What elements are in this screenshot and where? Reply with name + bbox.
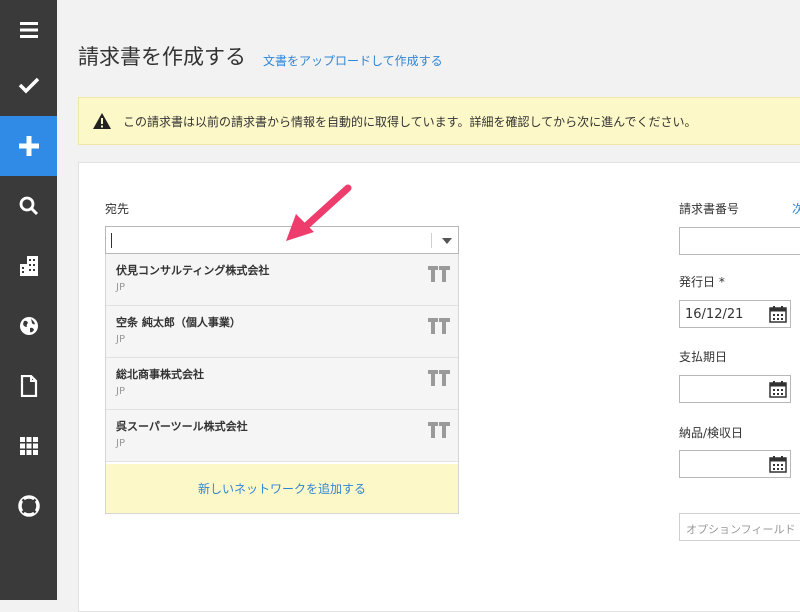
issue-date-field[interactable]: 16/12/21 [679, 300, 791, 328]
option-country: JP [116, 386, 125, 397]
tradeshift-logo-icon [428, 422, 450, 438]
option-country: JP [116, 282, 125, 293]
option-name: 空条 純太郎（個人事業） [116, 316, 241, 329]
option-name: 総北商事株式会社 [116, 368, 204, 381]
recipient-dropdown: 伏見コンサルティング株式会社 JP 空条 純太郎（個人事業） JP 総北商事株式… [105, 254, 459, 514]
globe-icon [19, 317, 38, 335]
page-title: 請求書を作成する [78, 45, 246, 69]
tradeshift-logo-icon [428, 370, 450, 386]
buildings-icon [19, 256, 38, 276]
dropdown-option[interactable]: 空条 純太郎（個人事業） JP [106, 306, 458, 358]
notice-banner: この請求書は以前の請求書から情報を自動的に取得しています。詳細を確認してから次に… [78, 97, 800, 145]
checkmark-icon [18, 77, 39, 94]
option-name: 伏見コンサルティング株式会社 [116, 264, 270, 277]
due-date-label: 支払期日 [679, 350, 728, 364]
dropdown-option[interactable]: 呉スーパーツール株式会社 JP [106, 410, 458, 462]
invoice-number-field[interactable] [679, 227, 800, 255]
option-country: JP [116, 334, 125, 345]
calendar-icon[interactable] [769, 381, 787, 398]
due-date-field[interactable] [679, 375, 791, 403]
sidebar [0, 0, 57, 600]
to-input[interactable] [105, 226, 459, 254]
sidebar-item-documents[interactable] [0, 356, 57, 416]
input-separator [431, 233, 432, 248]
sidebar-item-apps[interactable] [0, 416, 57, 476]
menu-icon [19, 22, 38, 38]
lifebuoy-icon [17, 495, 40, 517]
grid-icon [19, 437, 38, 455]
add-network-button[interactable]: 新しいネットワークを追加する [106, 464, 458, 513]
optional-field-input[interactable]: オプションフィールド [679, 513, 800, 541]
next-number-link[interactable]: 次 [792, 200, 800, 217]
option-country: JP [116, 438, 125, 449]
warning-icon [93, 113, 111, 129]
upload-document-link[interactable]: 文書をアップロードして作成する [263, 52, 443, 69]
calendar-icon[interactable] [769, 306, 787, 323]
delivery-date-label: 納品/検収日 [679, 426, 744, 440]
tradeshift-logo-icon [428, 318, 450, 334]
calendar-icon[interactable] [769, 456, 787, 473]
plus-icon [18, 136, 39, 156]
issue-date-label: 発行日 * [679, 275, 725, 289]
sidebar-item-tasks[interactable] [0, 55, 57, 115]
text-caret [111, 233, 112, 248]
dropdown-option[interactable]: 伏見コンサルティング株式会社 JP [106, 254, 458, 306]
chevron-down-icon[interactable] [442, 238, 452, 244]
search-icon [19, 196, 38, 216]
sidebar-item-search[interactable] [0, 176, 57, 236]
sidebar-item-create[interactable] [0, 116, 57, 176]
delivery-date-field[interactable] [679, 450, 791, 478]
document-icon [20, 375, 37, 397]
to-label: 宛先 [105, 202, 130, 216]
invoice-number-label: 請求書番号 [679, 202, 740, 216]
dropdown-option[interactable]: 総北商事株式会社 JP [106, 358, 458, 410]
issue-date-value: 16/12/21 [685, 307, 744, 322]
sidebar-item-companies[interactable] [0, 236, 57, 296]
tradeshift-logo-icon [428, 266, 450, 282]
menu-button[interactable] [0, 0, 57, 60]
option-name: 呉スーパーツール株式会社 [116, 420, 248, 433]
notice-text: この請求書は以前の請求書から情報を自動的に取得しています。詳細を確認してから次に… [123, 115, 697, 129]
sidebar-item-help[interactable] [0, 476, 57, 536]
sidebar-item-network[interactable] [0, 296, 57, 356]
optional-field-placeholder: オプションフィールド [686, 523, 796, 536]
